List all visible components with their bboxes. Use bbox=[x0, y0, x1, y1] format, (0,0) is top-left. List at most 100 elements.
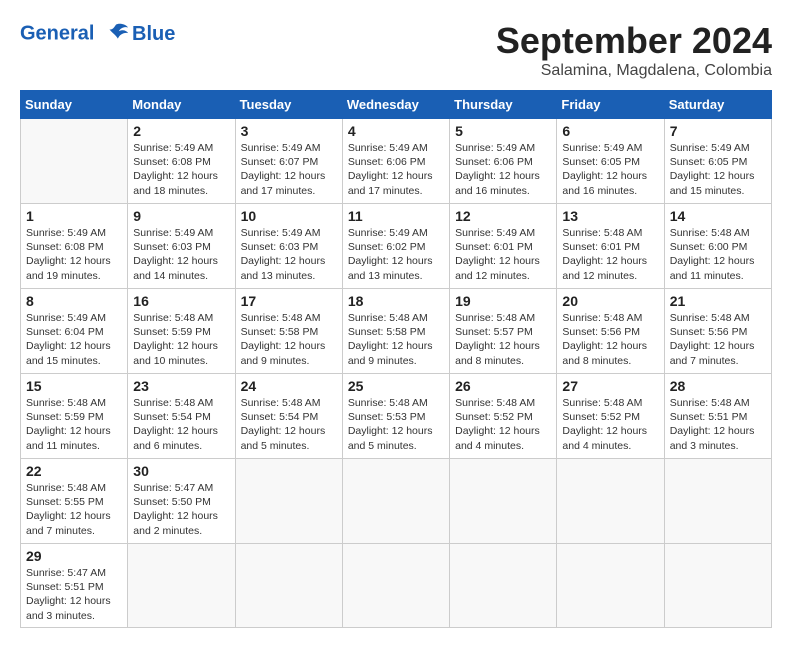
calendar-cell: 9 Sunrise: 5:49 AMSunset: 6:03 PMDayligh… bbox=[128, 204, 235, 289]
calendar-header-wednesday: Wednesday bbox=[342, 91, 449, 119]
calendar-cell: 22 Sunrise: 5:48 AMSunset: 5:55 PMDaylig… bbox=[21, 459, 128, 544]
calendar-cell: 16 Sunrise: 5:48 AMSunset: 5:59 PMDaylig… bbox=[128, 289, 235, 374]
day-info: Sunrise: 5:48 AMSunset: 5:54 PMDaylight:… bbox=[241, 397, 326, 452]
calendar-cell: 18 Sunrise: 5:48 AMSunset: 5:58 PMDaylig… bbox=[342, 289, 449, 374]
calendar-cell bbox=[557, 459, 664, 544]
calendar-header-monday: Monday bbox=[128, 91, 235, 119]
calendar-cell: 29 Sunrise: 5:47 AMSunset: 5:51 PMDaylig… bbox=[21, 544, 128, 628]
calendar-cell: 24 Sunrise: 5:48 AMSunset: 5:54 PMDaylig… bbox=[235, 374, 342, 459]
day-number: 28 bbox=[670, 378, 766, 394]
calendar-cell: 28 Sunrise: 5:48 AMSunset: 5:51 PMDaylig… bbox=[664, 374, 771, 459]
day-number: 8 bbox=[26, 293, 122, 309]
calendar-cell: 20 Sunrise: 5:48 AMSunset: 5:56 PMDaylig… bbox=[557, 289, 664, 374]
day-number: 16 bbox=[133, 293, 229, 309]
location-subtitle: Salamina, Magdalena, Colombia bbox=[496, 62, 772, 80]
logo-general: General bbox=[20, 22, 94, 44]
day-number: 30 bbox=[133, 463, 229, 479]
day-number: 9 bbox=[133, 208, 229, 224]
day-info: Sunrise: 5:49 AMSunset: 6:08 PMDaylight:… bbox=[26, 227, 111, 282]
day-info: Sunrise: 5:48 AMSunset: 5:51 PMDaylight:… bbox=[670, 397, 755, 452]
calendar-cell: 14 Sunrise: 5:48 AMSunset: 6:00 PMDaylig… bbox=[664, 204, 771, 289]
calendar-cell: 8 Sunrise: 5:49 AMSunset: 6:04 PMDayligh… bbox=[21, 289, 128, 374]
calendar-cell: 25 Sunrise: 5:48 AMSunset: 5:53 PMDaylig… bbox=[342, 374, 449, 459]
calendar-cell bbox=[128, 544, 235, 628]
logo-bird-icon bbox=[102, 20, 130, 48]
calendar-cell: 21 Sunrise: 5:48 AMSunset: 5:56 PMDaylig… bbox=[664, 289, 771, 374]
day-number: 6 bbox=[562, 123, 658, 139]
day-info: Sunrise: 5:49 AMSunset: 6:03 PMDaylight:… bbox=[133, 227, 218, 282]
calendar-header-tuesday: Tuesday bbox=[235, 91, 342, 119]
calendar-cell: 6 Sunrise: 5:49 AMSunset: 6:05 PMDayligh… bbox=[557, 119, 664, 204]
calendar-cell bbox=[664, 544, 771, 628]
day-number: 2 bbox=[133, 123, 229, 139]
day-info: Sunrise: 5:49 AMSunset: 6:05 PMDaylight:… bbox=[562, 142, 647, 197]
calendar-cell: 5 Sunrise: 5:49 AMSunset: 6:06 PMDayligh… bbox=[450, 119, 557, 204]
day-number: 17 bbox=[241, 293, 337, 309]
calendar-cell bbox=[21, 119, 128, 204]
calendar-cell: 17 Sunrise: 5:48 AMSunset: 5:58 PMDaylig… bbox=[235, 289, 342, 374]
day-number: 20 bbox=[562, 293, 658, 309]
day-info: Sunrise: 5:48 AMSunset: 5:59 PMDaylight:… bbox=[26, 397, 111, 452]
day-info: Sunrise: 5:49 AMSunset: 6:06 PMDaylight:… bbox=[348, 142, 433, 197]
calendar-cell bbox=[342, 544, 449, 628]
day-info: Sunrise: 5:48 AMSunset: 5:58 PMDaylight:… bbox=[241, 312, 326, 367]
day-info: Sunrise: 5:48 AMSunset: 5:57 PMDaylight:… bbox=[455, 312, 540, 367]
logo-blue: Blue bbox=[132, 23, 175, 46]
calendar-cell bbox=[235, 459, 342, 544]
day-info: Sunrise: 5:47 AMSunset: 5:50 PMDaylight:… bbox=[133, 482, 218, 537]
day-number: 15 bbox=[26, 378, 122, 394]
calendar-cell: 7 Sunrise: 5:49 AMSunset: 6:05 PMDayligh… bbox=[664, 119, 771, 204]
calendar-cell: 10 Sunrise: 5:49 AMSunset: 6:03 PMDaylig… bbox=[235, 204, 342, 289]
day-info: Sunrise: 5:49 AMSunset: 6:06 PMDaylight:… bbox=[455, 142, 540, 197]
calendar-cell: 1 Sunrise: 5:49 AMSunset: 6:08 PMDayligh… bbox=[21, 204, 128, 289]
day-number: 13 bbox=[562, 208, 658, 224]
calendar-cell bbox=[342, 459, 449, 544]
calendar-cell: 30 Sunrise: 5:47 AMSunset: 5:50 PMDaylig… bbox=[128, 459, 235, 544]
day-info: Sunrise: 5:48 AMSunset: 6:00 PMDaylight:… bbox=[670, 227, 755, 282]
calendar-cell: 15 Sunrise: 5:48 AMSunset: 5:59 PMDaylig… bbox=[21, 374, 128, 459]
logo: General Blue bbox=[20, 20, 175, 48]
day-info: Sunrise: 5:47 AMSunset: 5:51 PMDaylight:… bbox=[26, 567, 111, 622]
day-info: Sunrise: 5:48 AMSunset: 5:52 PMDaylight:… bbox=[455, 397, 540, 452]
calendar-cell bbox=[235, 544, 342, 628]
day-info: Sunrise: 5:48 AMSunset: 5:56 PMDaylight:… bbox=[562, 312, 647, 367]
day-info: Sunrise: 5:48 AMSunset: 5:55 PMDaylight:… bbox=[26, 482, 111, 537]
day-number: 29 bbox=[26, 548, 122, 564]
calendar-cell: 13 Sunrise: 5:48 AMSunset: 6:01 PMDaylig… bbox=[557, 204, 664, 289]
day-number: 4 bbox=[348, 123, 444, 139]
day-number: 23 bbox=[133, 378, 229, 394]
calendar-cell bbox=[664, 459, 771, 544]
day-info: Sunrise: 5:48 AMSunset: 5:54 PMDaylight:… bbox=[133, 397, 218, 452]
day-number: 24 bbox=[241, 378, 337, 394]
title-section: September 2024 Salamina, Magdalena, Colo… bbox=[496, 20, 772, 80]
day-number: 19 bbox=[455, 293, 551, 309]
day-info: Sunrise: 5:48 AMSunset: 5:59 PMDaylight:… bbox=[133, 312, 218, 367]
day-info: Sunrise: 5:49 AMSunset: 6:03 PMDaylight:… bbox=[241, 227, 326, 282]
day-number: 12 bbox=[455, 208, 551, 224]
day-number: 11 bbox=[348, 208, 444, 224]
calendar-cell: 3 Sunrise: 5:49 AMSunset: 6:07 PMDayligh… bbox=[235, 119, 342, 204]
day-info: Sunrise: 5:49 AMSunset: 6:05 PMDaylight:… bbox=[670, 142, 755, 197]
calendar-cell: 19 Sunrise: 5:48 AMSunset: 5:57 PMDaylig… bbox=[450, 289, 557, 374]
day-info: Sunrise: 5:49 AMSunset: 6:07 PMDaylight:… bbox=[241, 142, 326, 197]
day-number: 18 bbox=[348, 293, 444, 309]
calendar-header-saturday: Saturday bbox=[664, 91, 771, 119]
day-number: 27 bbox=[562, 378, 658, 394]
calendar-header-thursday: Thursday bbox=[450, 91, 557, 119]
calendar-cell: 2 Sunrise: 5:49 AMSunset: 6:08 PMDayligh… bbox=[128, 119, 235, 204]
calendar-cell: 26 Sunrise: 5:48 AMSunset: 5:52 PMDaylig… bbox=[450, 374, 557, 459]
month-title: September 2024 bbox=[496, 20, 772, 62]
calendar-cell: 27 Sunrise: 5:48 AMSunset: 5:52 PMDaylig… bbox=[557, 374, 664, 459]
calendar-header-sunday: Sunday bbox=[21, 91, 128, 119]
day-info: Sunrise: 5:49 AMSunset: 6:01 PMDaylight:… bbox=[455, 227, 540, 282]
calendar-cell: 4 Sunrise: 5:49 AMSunset: 6:06 PMDayligh… bbox=[342, 119, 449, 204]
day-info: Sunrise: 5:49 AMSunset: 6:08 PMDaylight:… bbox=[133, 142, 218, 197]
day-number: 26 bbox=[455, 378, 551, 394]
day-info: Sunrise: 5:49 AMSunset: 6:04 PMDaylight:… bbox=[26, 312, 111, 367]
day-info: Sunrise: 5:48 AMSunset: 5:58 PMDaylight:… bbox=[348, 312, 433, 367]
calendar-cell: 12 Sunrise: 5:49 AMSunset: 6:01 PMDaylig… bbox=[450, 204, 557, 289]
day-number: 14 bbox=[670, 208, 766, 224]
calendar: SundayMondayTuesdayWednesdayThursdayFrid… bbox=[20, 90, 772, 628]
calendar-header-friday: Friday bbox=[557, 91, 664, 119]
day-number: 7 bbox=[670, 123, 766, 139]
